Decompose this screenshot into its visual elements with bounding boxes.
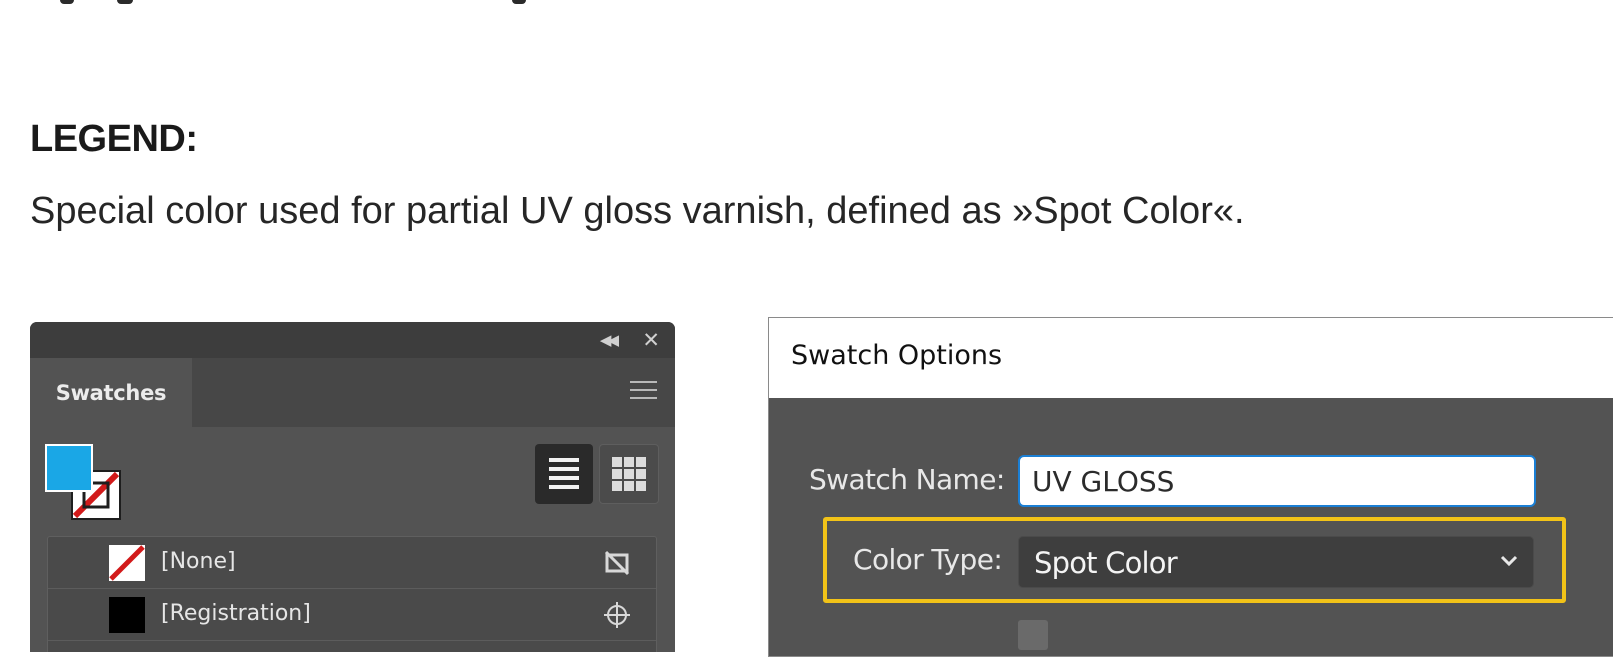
swatch-name-input[interactable] [1018, 455, 1536, 507]
none-swatch-chip [109, 545, 145, 581]
panel-titlebar: ◀◀ ✕ [30, 322, 675, 358]
swatch-label: [Registration] [161, 601, 311, 626]
swatch-row-registration[interactable]: [Registration] [48, 589, 656, 641]
checkbox[interactable] [1018, 620, 1048, 650]
swatch-options-dialog: Swatch Options Swatch Name: Color Type: … [768, 317, 1613, 657]
panel-tabbar: Swatches [30, 358, 675, 427]
fill-swatch[interactable] [45, 444, 93, 492]
grid-view-icon [612, 457, 646, 491]
fill-stroke-proxy[interactable] [45, 444, 125, 524]
color-type-select[interactable]: Spot Color [1018, 536, 1534, 588]
chevron-down-icon [1500, 555, 1518, 567]
cropped-glyph [60, 0, 74, 4]
list-view-button[interactable] [535, 444, 593, 504]
swatch-name-label: Swatch Name: [809, 463, 1005, 496]
dialog-titlebar: Swatch Options [769, 318, 1613, 398]
cropped-glyph [117, 0, 133, 4]
view-toggle [535, 444, 661, 504]
no-edit-icon [604, 550, 630, 576]
legend-title: LEGEND: [30, 118, 198, 160]
grid-view-button[interactable] [599, 444, 659, 504]
cropped-glyph [512, 0, 526, 4]
registration-swatch-chip [109, 597, 145, 633]
close-panel-icon[interactable]: ✕ [642, 329, 660, 351]
swatch-label: [None] [161, 549, 236, 574]
swatch-list: [None] [Registration] [47, 536, 657, 652]
tab-swatches[interactable]: Swatches [30, 358, 192, 427]
color-type-label: Color Type: [853, 543, 1003, 576]
swatch-row-none[interactable]: [None] [48, 537, 656, 589]
panel-menu-icon[interactable] [630, 381, 657, 401]
swatches-panel: ◀◀ ✕ Swatches [None] [Registration] [30, 322, 675, 652]
color-type-value: Spot Color [1034, 546, 1178, 580]
legend-description: Special color used for partial UV gloss … [30, 190, 1245, 232]
registration-icon [604, 602, 630, 628]
dialog-title: Swatch Options [791, 340, 1003, 371]
collapse-panel-icon[interactable]: ◀◀ [600, 331, 619, 349]
list-view-icon [549, 458, 579, 489]
